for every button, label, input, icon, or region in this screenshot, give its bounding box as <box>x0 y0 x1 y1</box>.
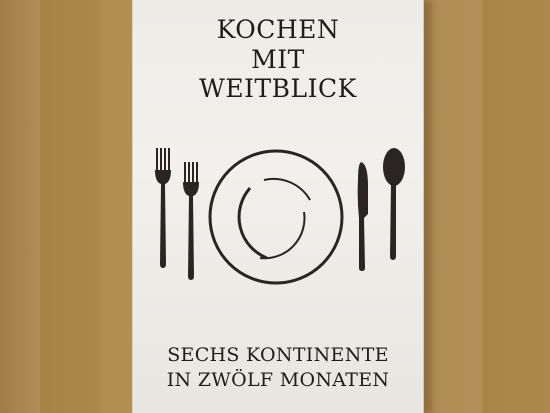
subtitle-line-2: IN ZWÖLF MONATEN <box>166 369 390 391</box>
subtitle-line-1: SECHS KONTINENTE <box>167 344 389 366</box>
floor-plank <box>432 0 482 413</box>
title-line-3: WEITBLICK <box>199 74 357 103</box>
fork-icon <box>183 162 199 280</box>
place-setting-illustration <box>155 148 405 285</box>
plate-icon <box>208 149 344 285</box>
knife-icon <box>357 162 368 271</box>
fork-icon <box>155 148 171 268</box>
title-line-1: KOCHEN <box>216 15 340 44</box>
spoon-icon <box>383 148 405 260</box>
floor-plank <box>40 0 100 413</box>
title-line-2: MIT <box>251 45 305 74</box>
floor-plank <box>0 0 40 413</box>
floor-plank <box>482 0 550 413</box>
